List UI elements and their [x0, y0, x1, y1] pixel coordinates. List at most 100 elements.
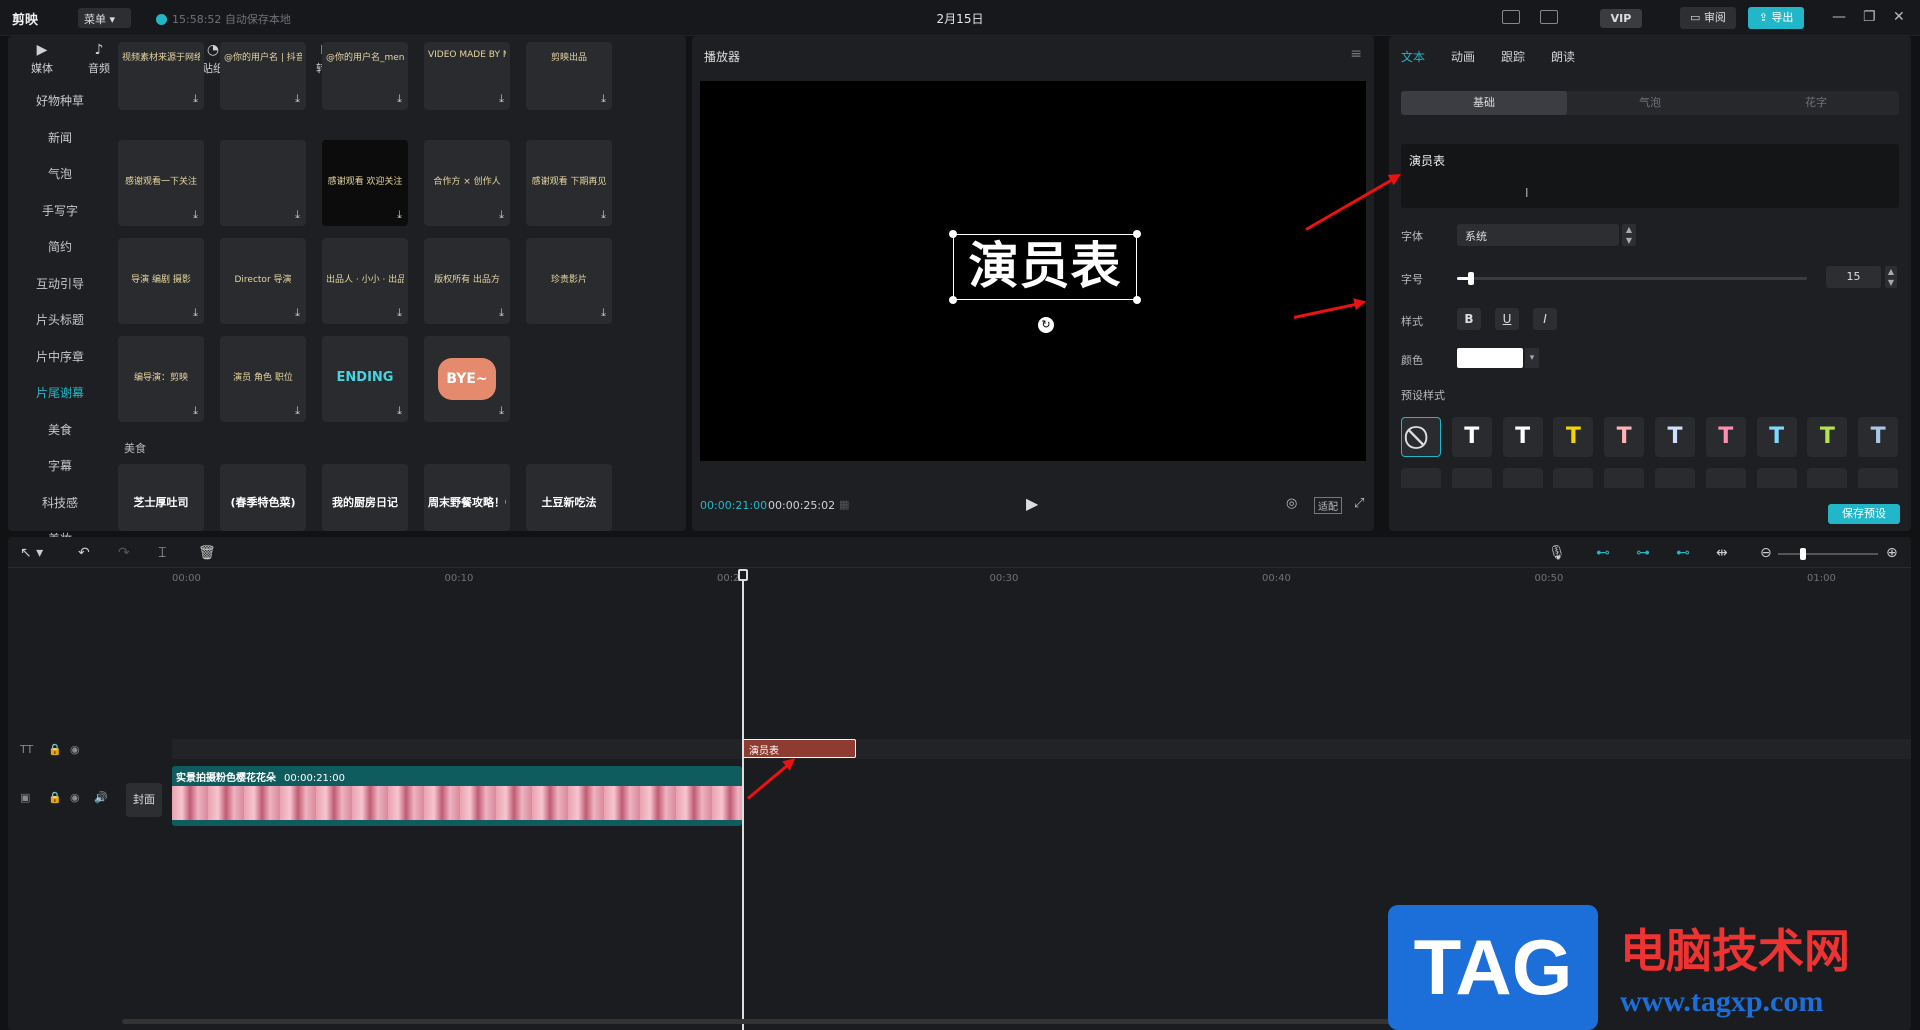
template-thumbnail[interactable]: @你的用户名 | 抖音号 ⤓ [220, 42, 306, 110]
prop-tab-1[interactable]: 动画 [1451, 48, 1475, 65]
template-thumbnail[interactable]: 周末野餐攻略！02 [424, 464, 510, 531]
template-thumbnail[interactable]: 芝士厚吐司 [118, 464, 204, 531]
underline-button[interactable]: U [1495, 308, 1519, 330]
review-button[interactable]: ▭ 审阅 [1680, 7, 1736, 29]
undo-icon[interactable]: ↶ [78, 545, 90, 561]
fullscreen-icon[interactable]: ⤢ [1354, 496, 1364, 511]
preset-style[interactable]: T [1807, 417, 1848, 457]
template-thumbnail[interactable]: 演员 角色 职位 ⤓ [220, 336, 306, 422]
preset-style[interactable]: T [1502, 417, 1543, 457]
category-item[interactable]: 美食 [20, 421, 100, 438]
preset-style[interactable]: T [1604, 417, 1645, 457]
subtab-1[interactable]: 气泡 [1567, 91, 1733, 115]
preset-style[interactable] [1604, 468, 1645, 488]
download-icon[interactable]: ⤓ [397, 306, 402, 320]
preset-style[interactable] [1655, 468, 1695, 488]
preset-style[interactable] [1451, 468, 1492, 488]
category-item[interactable]: 片尾谢幕 [20, 384, 100, 401]
audio-icon[interactable]: 🔊 [94, 791, 108, 804]
template-thumbnail[interactable]: 我的厨房日记 [322, 464, 408, 531]
preset-style[interactable] [1858, 468, 1899, 488]
preset-style[interactable]: T [1553, 417, 1594, 457]
align-icon[interactable]: ⇹ [1716, 545, 1728, 561]
rotate-icon[interactable]: ↻ [1038, 317, 1054, 333]
download-icon[interactable]: ⤓ [193, 404, 198, 418]
preset-style[interactable] [1502, 468, 1543, 488]
select-tool-icon[interactable]: ↖ ▾ [20, 545, 43, 561]
snap-icon[interactable]: ⊶ [1636, 545, 1650, 561]
close-icon[interactable]: ✕ [1893, 9, 1905, 25]
playhead[interactable] [742, 573, 744, 1030]
template-thumbnail[interactable]: 版权所有 出品方 ⤓ [424, 238, 510, 324]
category-item[interactable]: 字幕 [20, 457, 100, 474]
template-thumbnail[interactable]: VIDEO MADE BY ME ⤓ [424, 42, 510, 110]
subtab-2[interactable]: 花字 [1733, 91, 1899, 115]
capture-icon[interactable]: ◎ [1286, 496, 1297, 511]
export-button[interactable]: ⇪ 导出 [1748, 7, 1804, 29]
font-stepper[interactable]: ▲ ▼ [1622, 224, 1636, 246]
caption-text[interactable]: 演员表 [953, 234, 1137, 300]
preset-style[interactable] [1756, 468, 1797, 488]
layout-icon[interactable] [1540, 10, 1558, 24]
download-icon[interactable]: ⤓ [295, 208, 300, 222]
template-thumbnail[interactable]: ⤓ [220, 140, 306, 226]
eye-icon[interactable]: ◉ [70, 791, 80, 804]
link-icon[interactable]: ⊷ [1596, 545, 1610, 561]
template-thumbnail[interactable]: 土豆新吃法 [526, 464, 612, 531]
ratio-button[interactable]: 适配 [1314, 497, 1342, 514]
size-slider[interactable] [1457, 272, 1807, 285]
download-icon[interactable]: ⤓ [601, 208, 606, 222]
template-thumbnail[interactable]: 出品人 · 小小 · 出品 ⤓ [322, 238, 408, 324]
download-icon[interactable]: ⤓ [601, 92, 606, 106]
preset-style[interactable] [1705, 468, 1746, 488]
category-item[interactable]: 简约 [20, 238, 100, 255]
preset-style[interactable]: T [1655, 417, 1695, 457]
template-thumbnail[interactable]: 感谢观看 下期再见 ⤓ [526, 140, 612, 226]
category-item[interactable]: 互动引导 [20, 275, 100, 292]
lock-icon[interactable]: 🔒 [48, 743, 62, 756]
cover-button[interactable]: 封面 [126, 783, 162, 817]
download-icon[interactable]: ⤓ [295, 92, 300, 106]
resize-handle[interactable] [1133, 230, 1141, 238]
resize-handle[interactable] [949, 296, 957, 304]
font-select[interactable]: 系统 [1457, 224, 1619, 246]
resize-handle[interactable] [1133, 296, 1141, 304]
download-icon[interactable]: ⤓ [499, 92, 504, 106]
playhead-handle[interactable] [738, 569, 748, 581]
preset-style[interactable]: T [1451, 417, 1492, 457]
template-thumbnail[interactable]: 编导演：剪映 ⤓ [118, 336, 204, 422]
eye-icon[interactable]: ◉ [70, 743, 80, 756]
download-icon[interactable]: ⤓ [397, 404, 402, 418]
template-thumbnail[interactable]: Director 导演 ⤓ [220, 238, 306, 324]
zoom-in-icon[interactable]: ⊕ [1886, 545, 1898, 561]
template-thumbnail[interactable]: ENDING ⤓ [322, 336, 408, 422]
category-item[interactable]: 气泡 [20, 165, 100, 182]
template-thumbnail[interactable]: 感谢观看一下关注 ⤓ [118, 140, 204, 226]
category-item[interactable]: 新闻 [20, 129, 100, 146]
microphone-icon[interactable]: 🎙 [1548, 545, 1566, 561]
shortcut-icon[interactable] [1502, 10, 1520, 24]
preset-style[interactable]: T [1756, 417, 1797, 457]
download-icon[interactable]: ⤓ [397, 92, 402, 106]
text-content-input[interactable]: 演员表 I [1401, 144, 1899, 208]
zoom-knob[interactable] [1800, 548, 1806, 560]
preset-style[interactable]: ⃠ [1401, 417, 1441, 457]
tab-1[interactable]: ♪ 音频 [75, 40, 123, 76]
download-icon[interactable]: ⤓ [499, 404, 504, 418]
size-input[interactable]: 15 [1826, 266, 1881, 288]
preset-style[interactable] [1553, 468, 1594, 488]
tab-0[interactable]: ▶ 媒体 [18, 40, 66, 76]
italic-button[interactable]: I [1533, 308, 1557, 330]
download-icon[interactable]: ⤓ [499, 208, 504, 222]
prop-tab-3[interactable]: 朗读 [1551, 48, 1575, 65]
category-item[interactable]: 好物种草 [20, 92, 100, 109]
preset-style[interactable] [1807, 468, 1848, 488]
split-icon[interactable]: ⌶ [158, 545, 166, 561]
category-item[interactable]: 片头标题 [20, 311, 100, 328]
color-picker[interactable] [1457, 348, 1523, 368]
preview-axis-icon[interactable]: ⊷ [1676, 545, 1690, 561]
template-thumbnail[interactable]: 导演 编剧 摄影 ⤓ [118, 238, 204, 324]
size-slider-knob[interactable] [1468, 272, 1474, 285]
category-item[interactable]: 科技感 [20, 494, 100, 511]
zoom-out-icon[interactable]: ⊖ [1760, 545, 1772, 561]
